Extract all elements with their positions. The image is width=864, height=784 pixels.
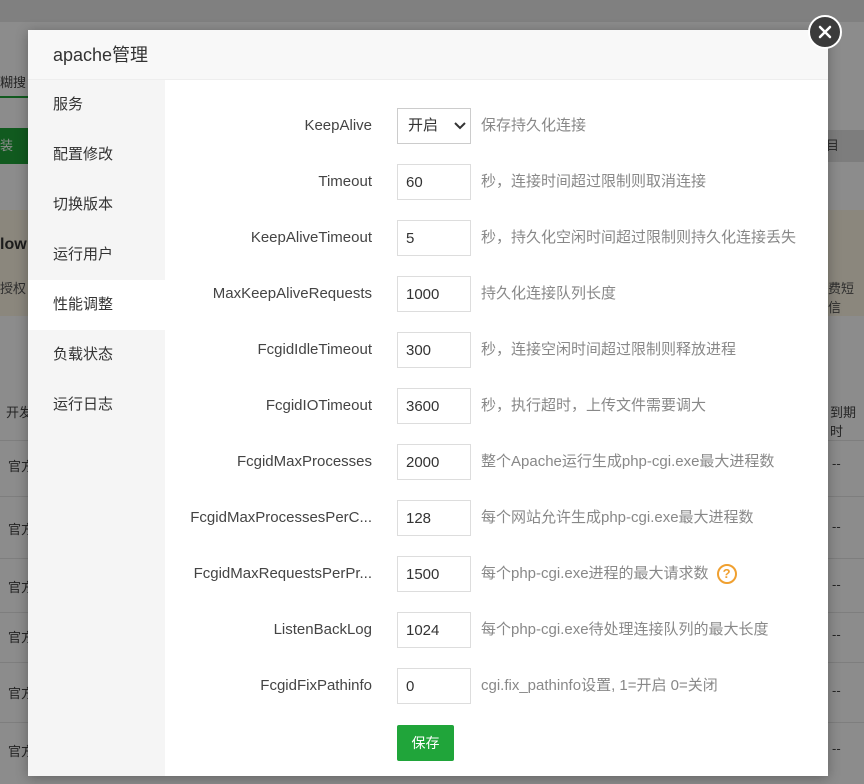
keepalive-timeout-input[interactable]	[397, 220, 471, 256]
dialog-sidebar: 服务 配置修改 切换版本 运行用户 性能调整 负载状态 运行日志	[28, 80, 165, 776]
setting-label: FcgidIdleTimeout	[257, 341, 373, 358]
setting-row-keepalive: KeepAlive 开启 保存持久化连接	[165, 108, 828, 144]
setting-description: cgi.fix_pathinfo设置, 1=开启 0=关闭	[481, 677, 718, 694]
setting-description: 持久化连接队列长度	[481, 285, 617, 302]
sidebar-item-service[interactable]: 服务	[28, 80, 165, 130]
setting-row-listen-backlog: ListenBackLog 每个php-cgi.exe待处理连接队列的最大长度	[165, 612, 828, 648]
setting-description: 整个Apache运行生成php-cgi.exe最大进程数	[481, 453, 775, 470]
setting-row-fcgid-fix-pathinfo: FcgidFixPathinfo cgi.fix_pathinfo设置, 1=开…	[165, 668, 828, 704]
sidebar-item-run-user[interactable]: 运行用户	[28, 230, 165, 280]
setting-description: 每个php-cgi.exe待处理连接队列的最大长度	[481, 621, 769, 638]
help-icon[interactable]: ?	[716, 564, 737, 585]
performance-settings-form: KeepAlive 开启 保存持久化连接 Timeout 秒，连接时间超过限制则…	[165, 80, 828, 776]
save-button[interactable]: 保存	[397, 725, 454, 761]
max-keepalive-requests-input[interactable]	[397, 276, 471, 312]
setting-label: MaxKeepAliveRequests	[212, 285, 372, 302]
setting-row-fcgid-max-processes-per-class: FcgidMaxProcessesPerC... 每个网站允许生成php-cgi…	[165, 500, 828, 536]
fcgid-max-processes-per-class-input[interactable]	[397, 500, 471, 536]
setting-description: 每个php-cgi.exe进程的最大请求数	[481, 565, 709, 582]
sidebar-item-version[interactable]: 切换版本	[28, 180, 165, 230]
setting-row-fcgid-io-timeout: FcgidIOTimeout 秒，执行超时，上传文件需要调大	[165, 388, 828, 424]
listen-backlog-input[interactable]	[397, 612, 471, 648]
setting-label: ListenBackLog	[273, 621, 372, 638]
setting-label: FcgidMaxRequestsPerPr...	[193, 565, 372, 582]
close-button[interactable]	[808, 15, 842, 49]
setting-row-max-keepalive-requests: MaxKeepAliveRequests 持久化连接队列长度	[165, 276, 828, 312]
fcgid-max-processes-input[interactable]	[397, 444, 471, 480]
chevron-down-icon	[454, 122, 466, 130]
setting-description: 秒，持久化空闲时间超过限制则持久化连接丢失	[481, 229, 797, 246]
close-icon	[818, 25, 832, 39]
setting-row-fcgid-max-requests-per-process: FcgidMaxRequestsPerPr... 每个php-cgi.exe进程…	[165, 556, 828, 592]
setting-label: FcgidMaxProcesses	[236, 453, 372, 470]
setting-description: 每个网站允许生成php-cgi.exe最大进程数	[481, 509, 754, 526]
setting-description: 保存持久化连接	[481, 117, 587, 134]
sidebar-item-load-status[interactable]: 负载状态	[28, 330, 165, 380]
fcgid-io-timeout-input[interactable]	[397, 388, 471, 424]
sidebar-item-run-log[interactable]: 运行日志	[28, 380, 165, 430]
apache-manager-dialog: apache管理 服务 配置修改 切换版本 运行用户 性能调整 负载状态 运行日…	[28, 30, 828, 776]
fcgid-idle-timeout-input[interactable]	[397, 332, 471, 368]
setting-label: KeepAlive	[304, 117, 372, 134]
setting-label: FcgidMaxProcessesPerC...	[190, 509, 372, 526]
setting-label: FcgidIOTimeout	[265, 397, 372, 414]
setting-row-keepalive-timeout: KeepAliveTimeout 秒，持久化空闲时间超过限制则持久化连接丢失	[165, 220, 828, 256]
keepalive-select-value: 开启	[408, 117, 439, 134]
setting-label: FcgidFixPathinfo	[260, 677, 372, 694]
setting-description: 秒，连接空闲时间超过限制则释放进程	[481, 341, 737, 358]
setting-label: KeepAliveTimeout	[250, 229, 372, 246]
setting-row-fcgid-idle-timeout: FcgidIdleTimeout 秒，连接空闲时间超过限制则释放进程	[165, 332, 828, 368]
fcgid-max-requests-per-process-input[interactable]	[397, 556, 471, 592]
sidebar-item-config[interactable]: 配置修改	[28, 130, 165, 180]
setting-description: 秒，连接时间超过限制则取消连接	[481, 173, 707, 190]
sidebar-item-performance[interactable]: 性能调整	[28, 280, 165, 330]
fcgid-fix-pathinfo-input[interactable]	[397, 668, 471, 704]
setting-description-with-help: 每个php-cgi.exe进程的最大请求数?	[481, 556, 737, 592]
setting-description: 秒，执行超时，上传文件需要调大	[481, 397, 707, 414]
keepalive-select[interactable]: 开启	[397, 108, 471, 144]
timeout-input[interactable]	[397, 164, 471, 200]
dialog-title: apache管理	[28, 30, 828, 80]
setting-row-timeout: Timeout 秒，连接时间超过限制则取消连接	[165, 164, 828, 200]
setting-label: Timeout	[318, 173, 372, 190]
setting-row-fcgid-max-processes: FcgidMaxProcesses 整个Apache运行生成php-cgi.ex…	[165, 444, 828, 480]
